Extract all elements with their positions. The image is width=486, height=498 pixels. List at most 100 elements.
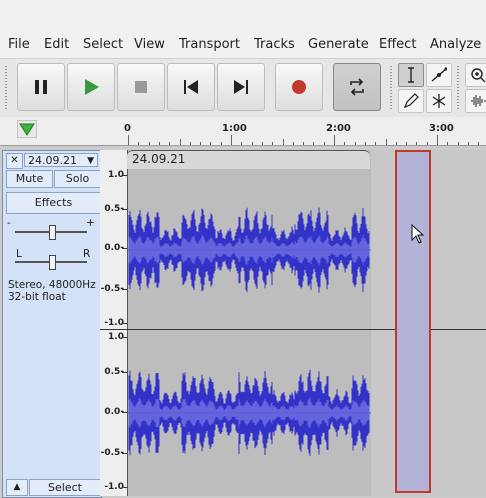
fit-waveform-button[interactable] bbox=[465, 89, 486, 113]
menu-generate[interactable]: Generate bbox=[308, 37, 369, 52]
zoom-in-button[interactable] bbox=[465, 63, 486, 87]
skip-to-start-button[interactable] bbox=[167, 63, 215, 111]
gain-plus-label: + bbox=[86, 217, 95, 229]
track-name: 24.09.21 bbox=[28, 154, 77, 167]
pause-icon bbox=[35, 80, 47, 94]
timeline-tick bbox=[395, 142, 397, 145]
stop-button[interactable] bbox=[117, 63, 165, 111]
skip-start-icon bbox=[184, 80, 198, 94]
select-tool-button[interactable] bbox=[398, 63, 424, 87]
track-bitdepth-info: 32-bit float bbox=[8, 291, 66, 303]
pan-slider-handle[interactable] bbox=[49, 255, 56, 270]
timeline-tick bbox=[138, 142, 140, 145]
waveform bbox=[128, 168, 371, 493]
zoom-grip[interactable] bbox=[455, 63, 461, 113]
tools-grip[interactable] bbox=[388, 63, 394, 113]
timeline-tick bbox=[200, 142, 202, 145]
timeline-options-icon[interactable] bbox=[17, 120, 37, 138]
gain-slider-handle[interactable] bbox=[49, 225, 56, 240]
timeline-tick bbox=[261, 142, 263, 145]
loop-button[interactable] bbox=[333, 63, 381, 111]
skip-to-end-button[interactable] bbox=[217, 63, 265, 111]
time-selection[interactable] bbox=[395, 150, 431, 493]
menu-effect[interactable]: Effect bbox=[379, 37, 416, 52]
collapse-track-button[interactable]: ▲ bbox=[6, 479, 28, 496]
envelope-tool-button[interactable] bbox=[426, 63, 452, 87]
timeline-tick bbox=[148, 142, 150, 145]
menu-analyze[interactable]: Analyze bbox=[430, 37, 481, 52]
record-button[interactable] bbox=[275, 63, 323, 111]
toolbar-grip[interactable] bbox=[3, 63, 9, 113]
clip-name: 24.09.21 bbox=[132, 152, 186, 166]
timeline-tick bbox=[467, 142, 469, 145]
mute-button[interactable]: Mute bbox=[6, 170, 53, 188]
close-track-button[interactable]: ✕ bbox=[6, 153, 23, 169]
timeline-tick bbox=[385, 139, 387, 145]
track-control-panel[interactable]: ✕ 24.09.21 ▼ Mute Solo Effects - + L R S… bbox=[2, 150, 102, 498]
play-icon bbox=[85, 79, 99, 95]
timeline-tick bbox=[364, 142, 366, 145]
menu-select[interactable]: Select bbox=[83, 37, 123, 52]
effects-button[interactable]: Effects bbox=[6, 192, 101, 214]
audio-clip[interactable] bbox=[127, 150, 372, 496]
menu-bar: File Edit Select View Transport Tracks G… bbox=[0, 0, 486, 58]
pan-left-label: L bbox=[16, 248, 22, 260]
timeline-label-1: 1:00 bbox=[222, 123, 247, 134]
ruler-label-9: -0.5- bbox=[100, 448, 124, 458]
pan-right-label: R bbox=[83, 248, 91, 260]
timeline-tick bbox=[406, 142, 408, 145]
timeline-tick bbox=[169, 142, 171, 145]
menu-view[interactable]: View bbox=[134, 37, 165, 52]
timeline-tick bbox=[334, 135, 335, 145]
play-button[interactable] bbox=[67, 63, 115, 111]
menu-edit[interactable]: Edit bbox=[44, 37, 69, 52]
track-format-info: Stereo, 48000Hz bbox=[8, 279, 96, 291]
transport-toolbar bbox=[0, 58, 486, 117]
timeline-tick bbox=[272, 142, 274, 145]
timeline-tick bbox=[323, 142, 325, 145]
mouse-cursor-icon bbox=[411, 224, 425, 244]
waveform-icon bbox=[471, 95, 486, 107]
timeline-label-0: 0 bbox=[124, 123, 131, 134]
gain-minus-label: - bbox=[7, 217, 11, 229]
menu-file[interactable]: File bbox=[8, 37, 30, 52]
collapse-icon: ▲ bbox=[13, 482, 21, 492]
amplitude-ruler: 1.0 0.5- 0.0- -0.5- -1.0 1.0 0.5- 0.0- -… bbox=[100, 150, 128, 496]
timeline-tick bbox=[478, 142, 480, 145]
timeline-tick bbox=[426, 142, 428, 145]
timeline-tick bbox=[179, 139, 181, 145]
timeline-tick bbox=[189, 142, 191, 145]
timeline-tick bbox=[292, 142, 294, 145]
clip-title-bar[interactable]: 24.09.21 bbox=[127, 150, 370, 169]
timeline-tick bbox=[457, 142, 459, 145]
timeline-tick bbox=[231, 135, 232, 145]
timeline-tick bbox=[447, 142, 449, 145]
timeline-tick bbox=[437, 135, 438, 145]
timeline-tick bbox=[313, 142, 315, 145]
timeline-tick bbox=[210, 142, 212, 145]
timeline-tick bbox=[128, 135, 129, 145]
multi-tool-button[interactable] bbox=[426, 89, 452, 113]
timeline-tick bbox=[220, 142, 222, 145]
menu-tracks[interactable]: Tracks bbox=[254, 37, 295, 52]
timeline-tick bbox=[375, 142, 377, 145]
menu-transport[interactable]: Transport bbox=[179, 37, 240, 52]
zoom-in-icon bbox=[471, 68, 486, 83]
timeline-tick bbox=[344, 142, 346, 145]
timeline-label-2: 2:00 bbox=[326, 123, 351, 134]
pause-button[interactable] bbox=[17, 63, 65, 111]
track-name-menu[interactable]: 24.09.21 ▼ bbox=[24, 153, 98, 167]
timeline-tick bbox=[354, 142, 356, 145]
draw-tool-icon bbox=[403, 93, 419, 109]
ruler-label-4: -0.5- bbox=[100, 284, 124, 294]
select-track-button[interactable]: Select bbox=[29, 479, 101, 496]
stop-icon bbox=[135, 81, 147, 93]
timeline-label-3: 3:00 bbox=[429, 123, 454, 134]
solo-button[interactable]: Solo bbox=[54, 170, 101, 188]
envelope-tool-icon bbox=[431, 67, 447, 82]
multi-tool-icon bbox=[432, 94, 446, 108]
timeline-ruler[interactable]: 0 1:00 2:00 3:00 bbox=[0, 117, 486, 146]
skip-end-icon bbox=[234, 80, 248, 94]
draw-tool-button[interactable] bbox=[398, 89, 424, 113]
loop-icon bbox=[350, 78, 364, 96]
